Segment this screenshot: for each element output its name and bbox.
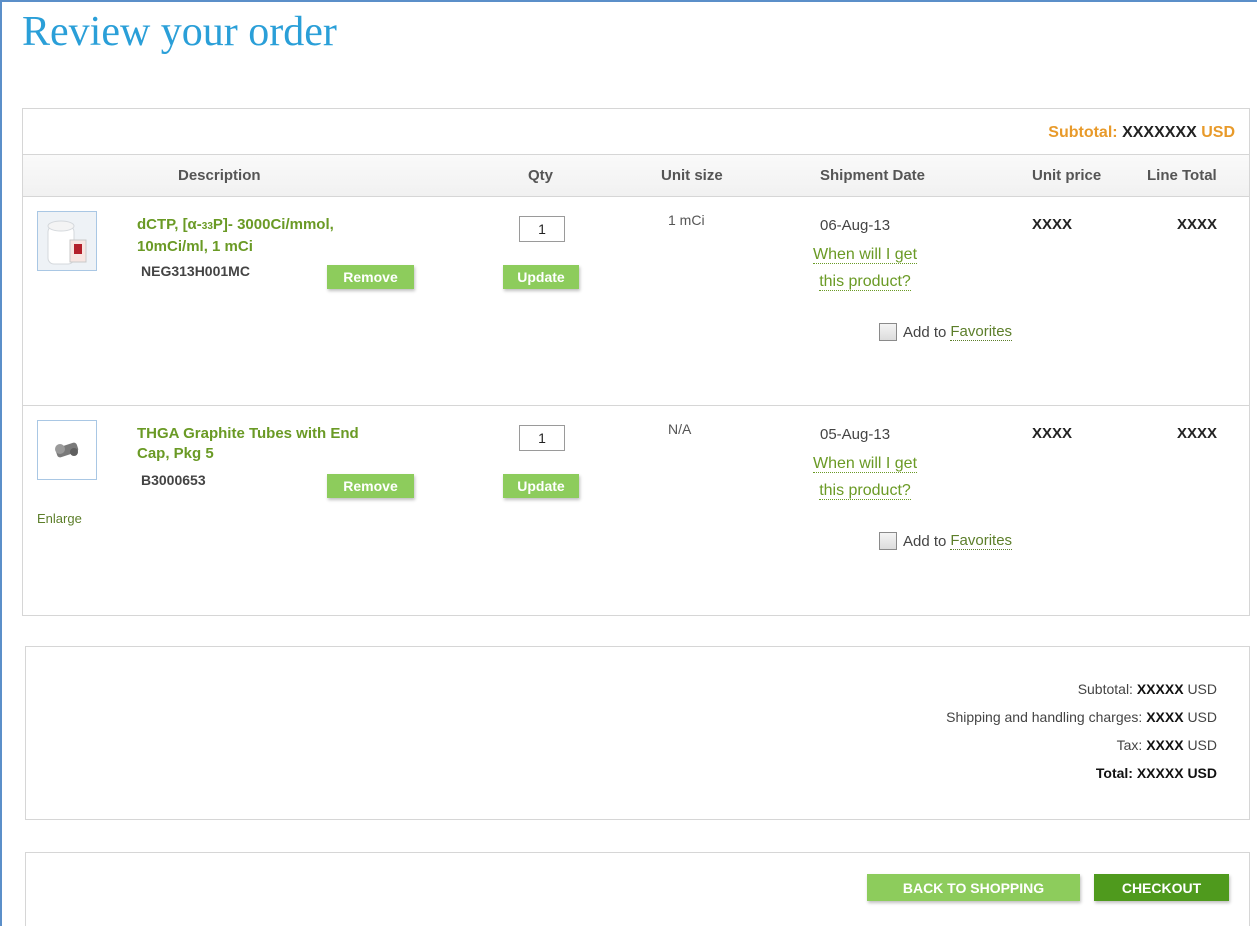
summary-shipping-label: Shipping and handling charges: (946, 709, 1143, 725)
summary-subtotal: Subtotal: XXXXX USD (1078, 681, 1217, 697)
unit-size: N/A (668, 421, 692, 437)
summary-currency: USD (1187, 737, 1217, 753)
product-name-part: THGA Graphite Tubes with End (137, 425, 359, 442)
product-name-link[interactable]: dCTP, [α-33P]- 3000Ci/mmol, 10mCi/ml, 1 … (137, 215, 437, 257)
product-thumbnail[interactable] (37, 420, 97, 480)
when-link-text: this product? (819, 482, 911, 500)
update-button[interactable]: Update (503, 265, 579, 289)
order-summary: Subtotal: XXXXX USD Shipping and handlin… (25, 646, 1250, 820)
add-to-favorites: Add to Favorites (879, 323, 1013, 341)
cart-subtotal-currency: USD (1201, 124, 1235, 141)
quantity-input[interactable] (519, 216, 565, 242)
when-will-i-get-link[interactable]: When will I get this product? (795, 450, 935, 504)
summary-total: Total: XXXXX USD (1096, 765, 1217, 781)
favorites-checkbox[interactable] (879, 323, 897, 341)
line-total: XXXX (1177, 425, 1218, 442)
product-name-part: dCTP, [α- (137, 216, 202, 233)
col-header-unit-price: Unit price (1032, 167, 1102, 184)
product-name-part: Cap, Pkg 5 (137, 445, 214, 462)
graphite-tube-icon (38, 421, 96, 479)
summary-total-value: XXXXX (1136, 765, 1184, 781)
col-header-unit-size: Unit size (661, 167, 723, 184)
summary-currency: USD (1187, 681, 1217, 697)
col-header-line-total: Line Total (1147, 167, 1217, 184)
cart-subtotal: Subtotal: XXXXXXX USD (23, 109, 1249, 155)
when-link-text: When will I get (812, 455, 918, 473)
favorites-link[interactable]: Favorites (950, 323, 1013, 341)
unit-price: XXXX (1032, 425, 1073, 442)
product-sku: B3000653 (141, 472, 206, 488)
product-name-link[interactable]: THGA Graphite Tubes with End Cap, Pkg 5 (137, 424, 437, 464)
summary-currency: USD (1187, 765, 1217, 781)
product-name-part: 10mCi/ml, 1 mCi (137, 238, 253, 255)
product-isotope: 33 (201, 221, 213, 232)
cart-subtotal-value: XXXXXXX (1122, 124, 1197, 141)
col-header-qty: Qty (528, 167, 554, 184)
cart-table: Subtotal: XXXXXXX USD Description Qty Un… (22, 108, 1250, 616)
unit-size: 1 mCi (668, 212, 705, 228)
checkout-button[interactable]: CHECKOUT (1094, 874, 1229, 901)
summary-shipping: Shipping and handling charges: XXXX USD (946, 709, 1217, 725)
shipment-date: 05-Aug-13 (820, 426, 891, 443)
remove-button[interactable]: Remove (327, 474, 414, 498)
col-header-shipment-date: Shipment Date (820, 167, 926, 184)
frame-left-border (0, 0, 2, 926)
product-thumbnail[interactable] (37, 211, 97, 271)
summary-tax-value: XXXX (1146, 737, 1184, 753)
column-headers: Description Qty Unit size Shipment Date … (23, 155, 1249, 197)
enlarge-link[interactable]: Enlarge (37, 511, 82, 526)
summary-currency: USD (1187, 709, 1217, 725)
frame-top-border (0, 0, 1257, 2)
cart-subtotal-label: Subtotal: (1048, 124, 1118, 141)
favorites-prefix: Add to (903, 532, 947, 550)
summary-shipping-value: XXXX (1146, 709, 1184, 725)
favorites-prefix: Add to (903, 323, 947, 341)
cart-item-row: dCTP, [α-33P]- 3000Ci/mmol, 10mCi/ml, 1 … (23, 197, 1249, 406)
product-sku: NEG313H001MC (141, 263, 250, 279)
product-name-part: P]- 3000Ci/mmol, (212, 216, 334, 233)
add-to-favorites: Add to Favorites (879, 532, 1013, 550)
summary-tax: Tax: XXXX USD (1117, 737, 1217, 753)
shipment-date: 06-Aug-13 (820, 217, 891, 234)
favorites-checkbox[interactable] (879, 532, 897, 550)
summary-tax-label: Tax: (1116, 737, 1143, 753)
unit-price: XXXX (1032, 216, 1073, 233)
page-title: Review your order (22, 9, 337, 55)
when-link-text: this product? (819, 273, 911, 291)
summary-subtotal-label: Subtotal: (1077, 681, 1133, 697)
vial-icon (38, 212, 96, 270)
cart-item-row: Enlarge THGA Graphite Tubes with End Cap… (23, 406, 1249, 613)
quantity-input[interactable] (519, 425, 565, 451)
back-to-shopping-button[interactable]: BACK TO SHOPPING (867, 874, 1080, 901)
when-link-text: When will I get (812, 246, 918, 264)
action-bar: BACK TO SHOPPING CHECKOUT (25, 852, 1250, 926)
update-button[interactable]: Update (503, 474, 579, 498)
col-header-description: Description (178, 167, 261, 184)
summary-subtotal-value: XXXXX (1136, 681, 1184, 697)
remove-button[interactable]: Remove (327, 265, 414, 289)
line-total: XXXX (1177, 216, 1218, 233)
summary-total-label: Total: (1095, 765, 1133, 781)
favorites-link[interactable]: Favorites (950, 532, 1013, 550)
when-will-i-get-link[interactable]: When will I get this product? (795, 241, 935, 295)
